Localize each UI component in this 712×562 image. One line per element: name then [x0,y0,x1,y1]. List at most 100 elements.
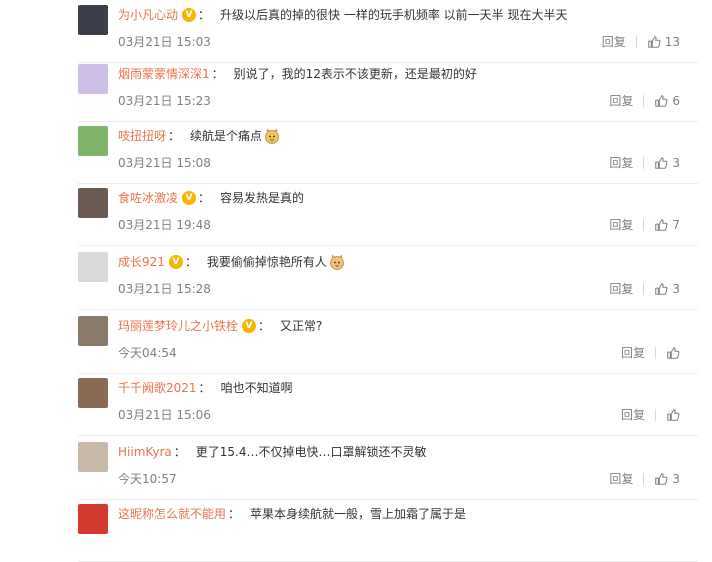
colon-separator: ： [198,191,211,205]
comment-line: 成长921 V ： 我要偷偷掉惊艳所有人 [118,253,345,271]
colon-separator: ： [258,319,271,333]
comment-item: 玛丽莲梦玲儿之小铁栓 V ： 又正常? 今天04:54 回复 [78,311,698,374]
like-count: 3 [672,471,680,486]
like-count: 6 [672,93,680,108]
comment-line: 吱扭扭呀 ： 续航是个痛点 [118,127,280,145]
comment-text: 我要偷偷掉惊艳所有人 [206,255,327,269]
action-divider [643,472,645,485]
reply-button[interactable]: 回复 [602,33,626,50]
thumbs-up-icon [655,472,668,485]
comment-time: 03月21日 15:28 [118,282,211,296]
colon-separator: ： [168,129,181,143]
comment-text: 容易发热是真的 [220,191,305,205]
comment-item: 这昵称怎么就不能用 ： 苹果本身续航就一般，雪上加霜了属于是 [78,499,698,562]
comment-actions: 回复 [621,344,680,361]
avatar[interactable] [78,188,108,218]
action-divider [643,218,645,231]
avatar[interactable] [78,126,108,156]
comment-time: 03月21日 15:08 [118,156,211,170]
comment-item: 烟雨蒙蒙情深深1 ： 别说了，我的12表示不该更新，还是最初的好 03月21日 … [78,59,698,122]
avatar[interactable] [78,5,108,35]
comment-item: 成长921 V ： 我要偷偷掉惊艳所有人 03月21日 15:28 回复 3 [78,247,698,310]
username-link[interactable]: 成长921 [118,253,165,271]
colon-separator: ： [211,67,224,81]
comment-text: 别说了，我的12表示不该更新，还是最初的好 [233,67,477,81]
comment-line: 玛丽莲梦玲儿之小铁栓 V ： 又正常? [118,317,322,335]
comment-text: 升级以后真的掉的很快 一样的玩手机频率 以前一天半 现在大半天 [220,8,568,22]
avatar[interactable] [78,316,108,346]
comment-item: 食咗冰激凌 V ： 容易发热是真的 03月21日 19:48 回复 7 [78,183,698,246]
colon-separator: ： [184,255,197,269]
comment-item: 为小凡心动 V ： 升级以后真的掉的很快 一样的玩手机频率 以前一天半 现在大半… [78,0,698,63]
username-link[interactable]: HiimKyra [118,443,172,461]
thumbs-up-icon [655,94,668,107]
verified-badge-icon: V [168,255,183,269]
comment-text: 续航是个痛点 [190,129,263,143]
comment-line: HiimKyra ： 更了15.4…不仅掉电快…口罩解锁还不灵敏 [118,443,427,461]
avatar[interactable] [78,378,108,408]
colon-separator: ： [228,507,241,521]
avatar[interactable] [78,442,108,472]
comment-line: 这昵称怎么就不能用 ： 苹果本身续航就一般，雪上加霜了属于是 [118,505,466,523]
cat-emoji [329,254,345,270]
colon-separator: ： [198,8,211,22]
like-button[interactable]: 6 [654,94,680,108]
comment-actions: 回复 3 [609,280,680,297]
like-button[interactable]: 3 [654,472,680,486]
avatar[interactable] [78,252,108,282]
like-button[interactable]: 13 [647,35,680,49]
colon-separator: ： [173,445,186,459]
reply-button[interactable]: 回复 [609,470,633,487]
thumbs-up-icon [655,218,668,231]
thumbs-up-icon [667,408,680,421]
comment-item: 千千阙歌2021 ： 咱也不知道啊 03月21日 15:06 回复 [78,373,698,436]
action-divider [643,94,645,107]
comment-text: 又正常? [280,319,323,333]
like-button[interactable]: 3 [654,156,680,170]
verified-badge-icon: V [242,319,257,333]
comment-actions: 回复 3 [609,154,680,171]
like-button[interactable] [666,346,680,360]
like-count: 7 [672,217,680,232]
comment-text: 更了15.4…不仅掉电快…口罩解锁还不灵敏 [195,445,427,459]
comment-text: 咱也不知道啊 [220,381,293,395]
avatar[interactable] [78,64,108,94]
reply-button[interactable]: 回复 [609,216,633,233]
comment-line: 千千阙歌2021 ： 咱也不知道啊 [118,379,293,397]
username-link[interactable]: 这昵称怎么就不能用 [118,505,226,523]
reply-button[interactable]: 回复 [621,344,645,361]
reply-button[interactable]: 回复 [609,92,633,109]
thumbs-up-icon [655,282,668,295]
comment-time: 03月21日 15:06 [118,408,211,422]
comment-actions: 回复 7 [609,216,680,233]
username-link[interactable]: 玛丽莲梦玲儿之小铁栓 [118,317,238,335]
comment-actions: 回复 6 [609,92,680,109]
username-link[interactable]: 食咗冰激凌 [118,189,178,207]
like-button[interactable]: 7 [654,218,680,232]
comment-line: 食咗冰激凌 V ： 容易发热是真的 [118,189,304,207]
avatar[interactable] [78,504,108,534]
thumbs-up-icon [647,35,661,48]
doge-emoji [264,128,280,144]
username-link[interactable]: 千千阙歌2021 [118,379,197,397]
comment-time: 03月21日 15:03 [118,35,211,49]
comment-item: HiimKyra ： 更了15.4…不仅掉电快…口罩解锁还不灵敏 今天10:57… [78,437,698,500]
like-button[interactable] [666,408,680,422]
reply-button[interactable]: 回复 [621,406,645,423]
username-link[interactable]: 烟雨蒙蒙情深深1 [118,65,210,83]
username-link[interactable]: 吱扭扭呀 [118,127,166,145]
verified-badge-icon: V [182,8,197,22]
reply-button[interactable]: 回复 [609,154,633,171]
action-divider [643,156,645,169]
like-button[interactable]: 3 [654,282,680,296]
comment-actions: 回复 [621,406,680,423]
colon-separator: ： [198,381,211,395]
reply-button[interactable]: 回复 [609,280,633,297]
username-link[interactable]: 为小凡心动 [118,6,178,24]
action-divider [655,346,656,359]
comment-time: 今天10:57 [118,472,177,486]
comment-line: 为小凡心动 V ： 升级以后真的掉的很快 一样的玩手机频率 以前一天半 现在大半… [118,6,567,24]
thumbs-up-icon [667,346,680,359]
action-divider [643,282,645,295]
action-divider [655,408,656,421]
